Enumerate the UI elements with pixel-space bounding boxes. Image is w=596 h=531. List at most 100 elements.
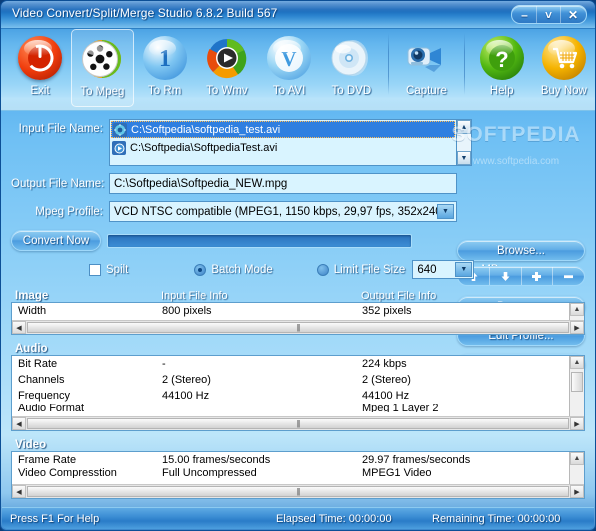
row-name: Audio Format	[18, 404, 85, 412]
chevron-down-icon[interactable]: ▼	[455, 262, 473, 277]
hscroll-thumb[interactable]: |||	[27, 418, 569, 429]
table-row[interactable]: Width 800 pixels 352 pixels	[12, 303, 584, 319]
row-name: Frequency	[18, 390, 70, 402]
conversion-progress-bar	[107, 233, 412, 248]
main-toolbar: Exit To Mpeg 1 To Rm To Wmv V To AVI To …	[1, 29, 595, 111]
row-name: Width	[18, 305, 47, 317]
film-reel-icon	[76, 33, 128, 85]
gear-media-icon	[113, 122, 127, 137]
remove-file-button[interactable]	[553, 267, 584, 285]
audio-info-panel: Bit Rate - 224 kbps Channels 2 (Stereo) …	[11, 355, 585, 431]
split-label: Spilt	[106, 263, 129, 276]
row-output-value: 44100 Hz	[362, 390, 410, 402]
output-file-input[interactable]: C:\Softpedia\Softpedia_NEW.mpg	[109, 173, 457, 194]
toolbar-label: To DVD	[331, 85, 372, 97]
toolbar-separator	[388, 33, 390, 95]
cart-icon	[538, 32, 590, 84]
toolbar-label: To AVI	[272, 85, 306, 97]
mpeg-profile-combo[interactable]: VCD NTSC compatible (MPEG1, 1150 kbps, 2…	[109, 201, 457, 222]
toolbar-button-exit[interactable]: Exit	[9, 29, 71, 107]
toolbar-label: Help	[489, 85, 514, 97]
power-icon	[14, 32, 66, 84]
table-row[interactable]: Frame Rate 15.00 frames/seconds 29.97 fr…	[12, 452, 584, 468]
list-order-button-group	[457, 266, 585, 286]
app-window: Video Convert/Split/Merge Studio 6.8.2 B…	[0, 0, 596, 531]
batch-mode-radio[interactable]	[194, 263, 207, 276]
input-file-list[interactable]: C:\Softpedia\softpedia_test.avi C:\Softp…	[109, 119, 457, 166]
convert-now-button[interactable]: Convert Now	[11, 230, 101, 251]
input-info-column-header: Input File Info	[161, 290, 228, 302]
hscroll-track[interactable]: |||	[26, 321, 570, 334]
browse-input-button[interactable]: Browse...	[457, 240, 585, 261]
image-panel-hscrollbar[interactable]: ◀ ||| ▶	[12, 320, 584, 334]
scroll-left-icon[interactable]: ◀	[12, 485, 26, 498]
toolbar-button-to-avi[interactable]: V To AVI	[258, 29, 320, 107]
mpeg-profile-value: VCD NTSC compatible (MPEG1, 1150 kbps, 2…	[114, 205, 446, 218]
status-help-text: Press F1 For Help	[10, 512, 100, 525]
add-file-button[interactable]	[522, 267, 554, 285]
audio-panel-hscrollbar[interactable]: ◀ ||| ▶	[12, 416, 584, 430]
toolbar-button-to-rm[interactable]: 1 To Rm	[134, 29, 196, 107]
file-size-value: 640	[417, 263, 437, 276]
list-item[interactable]: C:\Softpedia\SoftpediaTest.avi	[110, 139, 456, 156]
table-row[interactable]: Channels 2 (Stereo) 2 (Stereo)	[12, 372, 584, 388]
hscroll-track[interactable]: |||	[26, 485, 570, 498]
video-info-panel: Frame Rate 15.00 frames/seconds 29.97 fr…	[11, 451, 585, 499]
video-panel-hscrollbar[interactable]: ◀ ||| ▶	[12, 484, 584, 498]
toolbar-button-help[interactable]: ? Help	[471, 29, 533, 107]
toolbar-button-to-mpeg[interactable]: To Mpeg	[71, 29, 134, 107]
title-bar[interactable]: Video Convert/Split/Merge Studio 6.8.2 B…	[1, 1, 595, 29]
hscroll-thumb[interactable]: |||	[27, 486, 569, 497]
scroll-up-icon[interactable]: ▲	[570, 356, 584, 369]
toolbar-button-buy-now[interactable]: Buy Now	[533, 29, 595, 107]
image-info-panel: Width 800 pixels 352 pixels ▲ ▼ ◀ ||| ▶	[11, 302, 585, 335]
question-icon: ?	[476, 32, 528, 84]
limit-file-size-radio[interactable]	[316, 263, 329, 276]
batch-mode-label: Batch Mode	[211, 263, 273, 276]
scroll-left-icon[interactable]: ◀	[12, 321, 26, 334]
chevron-down-icon[interactable]: ▼	[437, 204, 454, 219]
file-size-combo[interactable]: 640 ▼	[412, 260, 475, 279]
output-file-label: Output File Name:	[11, 177, 105, 190]
output-file-row: Output File Name: C:\Softpedia\Softpedia…	[11, 173, 585, 194]
toolbar-button-to-wmv[interactable]: To Wmv	[196, 29, 258, 107]
split-checkbox[interactable]	[89, 263, 101, 276]
table-row[interactable]: Bit Rate - 224 kbps	[12, 356, 584, 372]
move-down-button[interactable]	[490, 267, 522, 285]
scroll-right-icon[interactable]: ▶	[570, 417, 584, 430]
scroll-down-icon[interactable]: ▼	[457, 151, 471, 165]
minimize-button[interactable]: –	[513, 6, 537, 23]
window-title: Video Convert/Split/Merge Studio 6.8.2 B…	[12, 6, 278, 20]
list-item-path: C:\Softpedia\SoftpediaTest.avi	[130, 141, 278, 154]
row-input-value: 15.00 frames/seconds	[162, 454, 271, 466]
close-button[interactable]: ✕	[561, 6, 585, 23]
output-info-column-header: Output File Info	[361, 290, 437, 302]
restore-button[interactable]: ˅	[537, 6, 561, 23]
scroll-up-icon[interactable]: ▲	[457, 120, 471, 134]
row-output-value: 224 kbps	[362, 358, 407, 370]
toolbar-button-to-dvd[interactable]: To DVD	[320, 29, 382, 107]
toolbar-label: To Wmv	[206, 85, 248, 97]
list-item[interactable]: C:\Softpedia\softpedia_test.avi	[111, 121, 455, 138]
status-elapsed-time: Elapsed Time: 00:00:00	[276, 512, 392, 525]
scroll-up-icon[interactable]: ▲	[570, 452, 584, 465]
svg-text:V: V	[282, 47, 297, 71]
row-input-value: -	[162, 358, 166, 370]
toolbar-button-capture[interactable]: Capture	[395, 29, 457, 107]
table-row[interactable]: Frequency 44100 Hz 44100 Hz	[12, 388, 584, 404]
scroll-right-icon[interactable]: ▶	[570, 321, 584, 334]
vscroll-thumb[interactable]	[571, 371, 583, 392]
input-list-scrollbar[interactable]: ▲ ▼	[457, 119, 472, 166]
table-row[interactable]: Video Compresstion Full Uncompressed MPE…	[12, 468, 584, 478]
input-file-label: Input File Name:	[18, 123, 103, 135]
row-name: Bit Rate	[18, 358, 58, 370]
scroll-up-icon[interactable]: ▲	[570, 303, 584, 316]
disc-icon	[325, 32, 377, 84]
scroll-right-icon[interactable]: ▶	[570, 485, 584, 498]
table-row[interactable]: Audio Format Mpeg 1 Layer 2	[12, 404, 584, 412]
toolbar-label: Exit	[30, 85, 50, 97]
row-name: Channels	[18, 374, 65, 386]
hscroll-track[interactable]: |||	[26, 417, 570, 430]
scroll-left-icon[interactable]: ◀	[12, 417, 26, 430]
hscroll-thumb[interactable]: |||	[27, 322, 569, 333]
